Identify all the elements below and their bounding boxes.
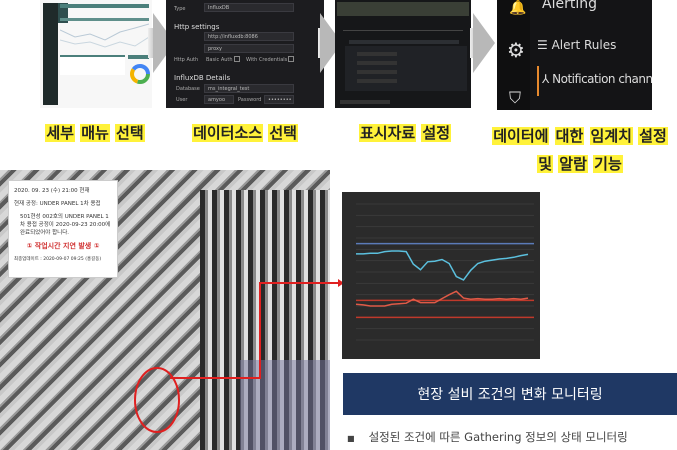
with-credentials-checkbox[interactable]	[288, 56, 294, 62]
caption-step-2: 데이터소스 선택	[192, 124, 298, 142]
caption-step-1: 세부 매뉴 선택	[45, 124, 145, 142]
shield-icon: ⛉	[509, 88, 522, 107]
list-icon: ☰	[537, 38, 552, 52]
monitoring-chart	[342, 192, 540, 359]
query-editor-screenshot	[335, 0, 471, 108]
delay-alert-popup: 2020. 09. 23 (수) 21:00 현재 현재 공정: UNDER P…	[8, 180, 118, 278]
password-input[interactable]: ••••••••	[264, 95, 294, 104]
basic-auth-checkbox[interactable]	[234, 56, 240, 62]
donut-chart	[130, 64, 150, 84]
bullet-icon: ■	[347, 434, 355, 443]
notification-icon: ⅄	[542, 72, 553, 86]
section-title-bar: 현장 설비 조건의 변화 모니터링	[343, 373, 677, 415]
chart-background	[342, 192, 540, 359]
caption-step-3: 표시자료 설정	[358, 124, 452, 142]
delay-alert-message: ① 작업시간 지연 발생 ①	[26, 242, 100, 250]
gear-icon: ⚙	[507, 38, 525, 62]
dashboard-screenshot	[40, 0, 152, 108]
menu-item-alert-rules[interactable]: ☰ Alert Rules	[537, 38, 616, 52]
alerting-menu-screenshot: 🔔 ⚙ ⛉ Alerting ☰ Alert Rules ⅄ Notificat…	[497, 0, 652, 110]
type-select[interactable]: InfluxDB	[204, 3, 294, 12]
url-input[interactable]: http://influxdb:8086	[204, 32, 294, 41]
bullet-item: ■ 설정된 조건에 따른 Gathering 정보의 상태 모니터링	[347, 430, 628, 444]
database-input[interactable]: ms_integral_test	[204, 84, 294, 93]
step-arrow-3	[473, 13, 495, 73]
bell-icon: 🔔	[509, 0, 527, 16]
user-input[interactable]: amyoo	[204, 95, 234, 104]
datasource-settings-screenshot: Type InfluxDB Http settings http://influ…	[166, 0, 324, 108]
menu-item-notification-channels[interactable]: ⅄ Notification channels	[542, 72, 652, 86]
access-select[interactable]: proxy	[204, 44, 294, 53]
caption-step-4: 데이터에 대한 임계치 설정 및 알람 기능	[492, 127, 668, 173]
